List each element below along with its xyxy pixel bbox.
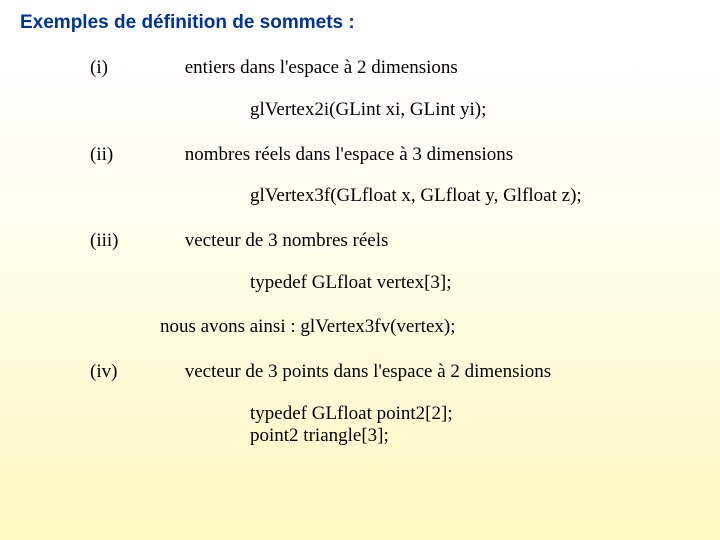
- item-label: (ii): [20, 143, 180, 168]
- slide-title: Exemples de définition de sommets :: [20, 12, 700, 34]
- item-row: (iii) vecteur de 3 nombres réels: [20, 229, 700, 254]
- item-code: glVertex3f(GLfloat x, GLfloat y, Glfloat…: [20, 185, 700, 207]
- item-row: (ii) nombres réels dans l'espace à 3 dim…: [20, 143, 700, 168]
- item-note: nous avons ainsi : glVertex3fv(vertex);: [20, 316, 700, 338]
- item-label: (iv): [20, 360, 180, 385]
- item-desc: entiers dans l'espace à 2 dimensions: [185, 56, 458, 81]
- item-row: (i) entiers dans l'espace à 2 dimensions: [20, 56, 700, 81]
- item-label: (iii): [20, 229, 180, 254]
- item-desc: vecteur de 3 nombres réels: [185, 229, 389, 254]
- item-desc: vecteur de 3 points dans l'espace à 2 di…: [185, 360, 551, 385]
- item-code: typedef GLfloat vertex[3];: [20, 272, 700, 294]
- item-code: glVertex2i(GLint xi, GLint yi);: [20, 99, 700, 121]
- item-label: (i): [20, 56, 180, 81]
- item-code: typedef GLfloat point2[2]; point2 triang…: [20, 403, 700, 447]
- item-row: (iv) vecteur de 3 points dans l'espace à…: [20, 360, 700, 385]
- item-desc: nombres réels dans l'espace à 3 dimensio…: [185, 143, 513, 168]
- slide-container: Exemples de définition de sommets : (i) …: [0, 0, 720, 540]
